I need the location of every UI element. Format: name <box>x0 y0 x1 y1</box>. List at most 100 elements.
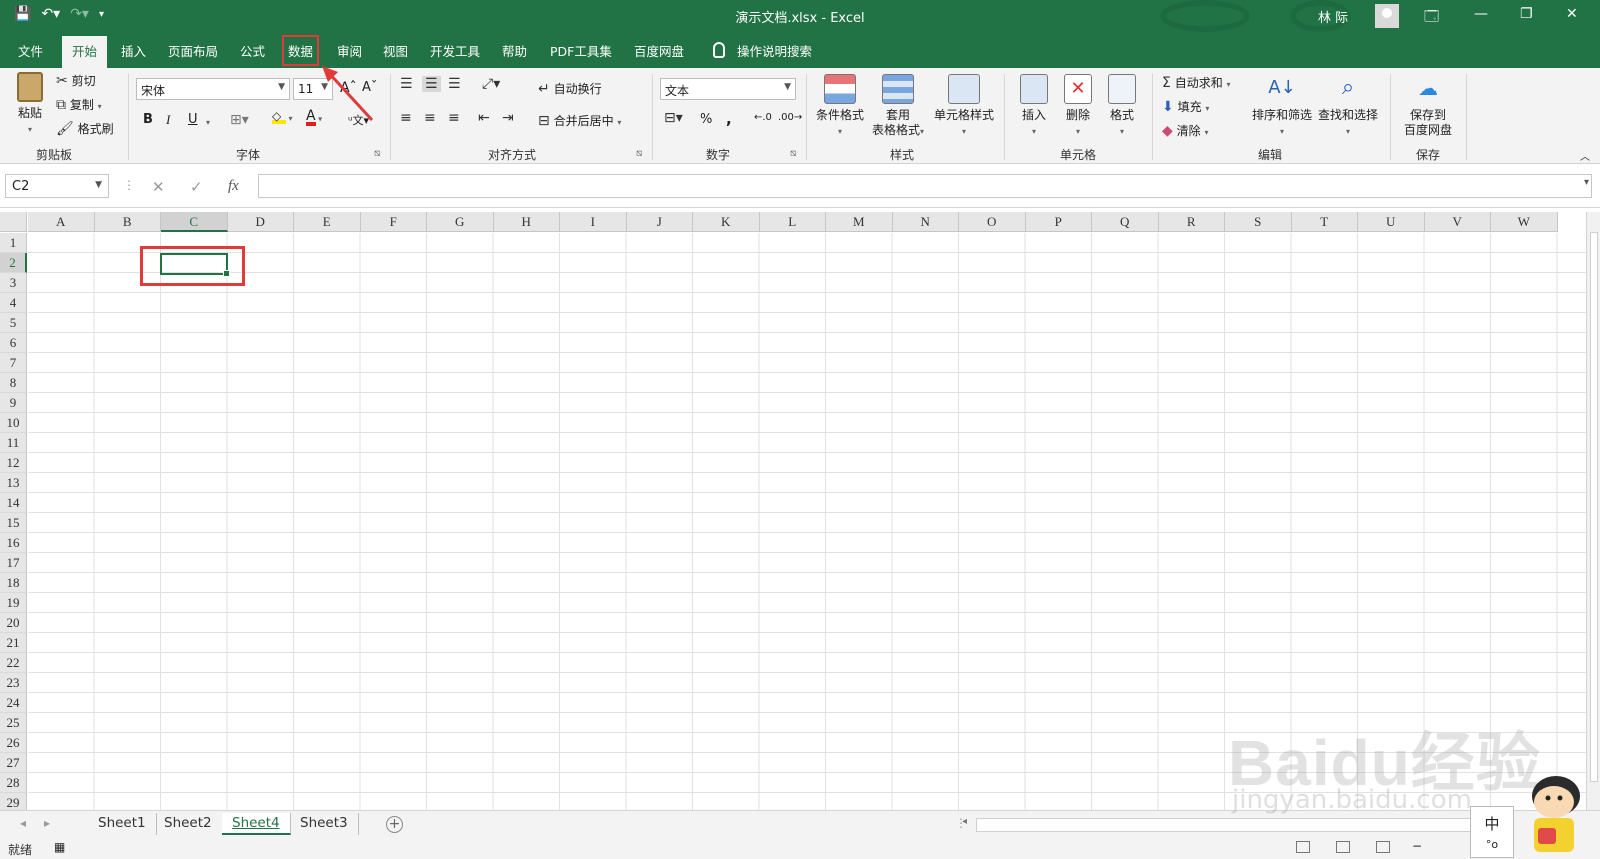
collapse-ribbon-icon[interactable]: ︿ <box>1580 148 1590 163</box>
cell-styles-button[interactable]: 单元格样式 ▾ <box>930 74 998 139</box>
column-header-s[interactable]: S <box>1225 212 1292 232</box>
find-select-button[interactable]: ⌕ 查找和选择 ▾ <box>1316 74 1380 139</box>
increase-indent-icon[interactable]: ⇥ <box>502 110 514 126</box>
align-center-icon[interactable]: ≡ <box>424 110 436 126</box>
column-header-k[interactable]: K <box>693 212 760 232</box>
column-header-m[interactable]: M <box>826 212 893 232</box>
copy-button[interactable]: ⧉ 复制 ▾ <box>56 96 102 113</box>
column-header-t[interactable]: T <box>1291 212 1358 232</box>
comma-button[interactable]: , <box>726 110 732 128</box>
column-header-g[interactable]: G <box>427 212 494 232</box>
scroll-thumb[interactable] <box>1590 232 1598 782</box>
row-header-8[interactable]: 8 <box>0 373 27 393</box>
save-to-netdisk-button[interactable]: ☁ 保存到 百度网盘 <box>1396 74 1460 138</box>
dialog-launcher-icon[interactable]: ⧅ <box>636 148 642 159</box>
align-top-icon[interactable]: ☰ <box>400 76 413 92</box>
hscroll-left-icon[interactable]: ◂ <box>962 816 967 827</box>
percent-button[interactable]: % <box>700 112 712 127</box>
expand-formula-icon[interactable]: ▾ <box>1584 177 1589 188</box>
paste-button[interactable]: 粘贴 ▾ <box>12 72 48 137</box>
tab-formulas[interactable]: 公式 <box>240 41 265 60</box>
fill-color-button[interactable]: ◇ ▾ <box>272 110 293 124</box>
row-header-9[interactable]: 9 <box>0 393 27 413</box>
close-icon[interactable]: ✕ <box>1566 6 1578 22</box>
scroll-left-icon[interactable]: ◂ <box>20 816 26 830</box>
add-sheet-icon[interactable]: + <box>386 816 403 833</box>
row-header-21[interactable]: 21 <box>0 633 27 653</box>
increase-font-icon[interactable]: Aˆ <box>340 80 357 96</box>
insert-function-button[interactable]: fx <box>228 178 239 195</box>
conditional-format-button[interactable]: 条件格式 ▾ <box>810 74 870 139</box>
sheet-tab[interactable]: Sheet1 <box>88 813 157 835</box>
column-header-e[interactable]: E <box>294 212 361 232</box>
dialog-launcher-icon[interactable]: ⧅ <box>790 148 796 159</box>
select-all-corner[interactable] <box>0 212 27 232</box>
format-cells-button[interactable]: 格式 ▾ <box>1102 74 1142 139</box>
row-header-1[interactable]: 1 <box>0 233 27 253</box>
row-header-27[interactable]: 27 <box>0 753 27 773</box>
row-header-13[interactable]: 13 <box>0 473 27 493</box>
column-header-d[interactable]: D <box>227 212 294 232</box>
decrease-indent-icon[interactable]: ⇤ <box>478 110 490 126</box>
name-box[interactable]: C2 ▼ <box>5 174 109 198</box>
row-header-17[interactable]: 17 <box>0 553 27 573</box>
dialog-launcher-icon[interactable]: ⧅ <box>374 148 380 159</box>
format-as-table-button[interactable]: 套用 表格格式▾ <box>866 74 930 139</box>
page-layout-view-icon[interactable] <box>1336 841 1350 853</box>
restore-icon[interactable]: ❐ <box>1520 6 1533 22</box>
bold-button[interactable]: B <box>143 112 153 127</box>
column-header-j[interactable]: J <box>626 212 693 232</box>
page-break-view-icon[interactable] <box>1376 841 1390 853</box>
tab-view[interactable]: 视图 <box>383 41 408 60</box>
formula-input[interactable] <box>258 174 1592 198</box>
column-header-w[interactable]: W <box>1491 212 1558 232</box>
increase-decimal-icon[interactable]: ←.0 <box>754 112 772 123</box>
column-header-c[interactable]: C <box>161 212 228 232</box>
sheet-tab[interactable]: Sheet2 <box>154 813 223 835</box>
row-header-2[interactable]: 2 <box>0 253 27 273</box>
row-header-19[interactable]: 19 <box>0 593 27 613</box>
underline-button[interactable]: U <box>188 112 198 127</box>
row-header-15[interactable]: 15 <box>0 513 27 533</box>
vertical-scrollbar[interactable] <box>1586 212 1600 810</box>
tab-data[interactable]: 数据 <box>281 35 320 66</box>
column-header-f[interactable]: F <box>360 212 427 232</box>
decrease-font-icon[interactable]: Aˇ <box>362 80 377 95</box>
tell-me-search[interactable]: 操作说明搜索 <box>737 41 812 60</box>
autosum-button[interactable]: Σ 自动求和 ▾ <box>1162 74 1231 91</box>
row-header-24[interactable]: 24 <box>0 693 27 713</box>
column-header-p[interactable]: P <box>1025 212 1092 232</box>
tab-baidu-netdisk[interactable]: 百度网盘 <box>634 41 684 60</box>
chevron-down-icon[interactable]: ▾ <box>206 118 210 127</box>
column-header-o[interactable]: O <box>959 212 1026 232</box>
minimize-icon[interactable]: — <box>1474 6 1488 22</box>
ribbon-display-icon[interactable]: 🗔 <box>1424 6 1439 30</box>
insert-cells-button[interactable]: 插入 ▾ <box>1014 74 1054 139</box>
column-header-n[interactable]: N <box>892 212 959 232</box>
row-header-14[interactable]: 14 <box>0 493 27 513</box>
decrease-decimal-icon[interactable]: .00→ <box>778 112 802 123</box>
row-header-26[interactable]: 26 <box>0 733 27 753</box>
column-header-u[interactable]: U <box>1358 212 1425 232</box>
zoom-out-icon[interactable]: − <box>1412 839 1422 853</box>
column-header-v[interactable]: V <box>1424 212 1491 232</box>
tab-review[interactable]: 审阅 <box>337 41 362 60</box>
align-right-icon[interactable]: ≡ <box>448 110 460 126</box>
font-color-button[interactable]: A ▾ <box>306 109 322 126</box>
tab-page-layout[interactable]: 页面布局 <box>168 41 218 60</box>
column-header-r[interactable]: R <box>1158 212 1225 232</box>
font-name-select[interactable]: 宋体 ▼ <box>136 78 290 100</box>
fill-button[interactable]: ⬇ 填充 ▾ <box>1162 98 1209 115</box>
sheet-tab[interactable]: Sheet3 <box>290 813 359 835</box>
horizontal-scrollbar[interactable] <box>976 818 1476 832</box>
delete-cells-button[interactable]: ✕ 删除 ▾ <box>1058 74 1098 139</box>
user-name[interactable]: 林 际 <box>1318 7 1348 26</box>
align-middle-icon[interactable]: ☰ <box>422 76 441 92</box>
tab-help[interactable]: 帮助 <box>502 41 527 60</box>
clear-button[interactable]: ◆ 清除 ▾ <box>1162 122 1208 139</box>
row-header-16[interactable]: 16 <box>0 533 27 553</box>
row-header-25[interactable]: 25 <box>0 713 27 733</box>
cancel-icon[interactable]: ✕ <box>152 178 165 196</box>
row-header-3[interactable]: 3 <box>0 273 27 293</box>
row-header-5[interactable]: 5 <box>0 313 27 333</box>
